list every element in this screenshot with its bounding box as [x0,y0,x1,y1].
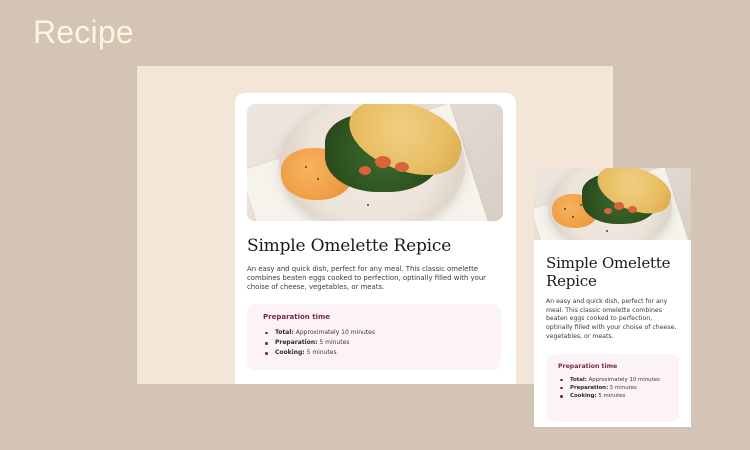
preparation-time-box: Preparation time Total: Approximately 10… [247,303,501,370]
item-label: Cooking: [275,349,305,357]
item-label: Total: [570,376,587,383]
pepper-dot [580,204,582,206]
item-value: 5 minutes [306,349,337,357]
recipe-image [247,104,503,221]
pepper-dot [305,166,307,168]
list-item: Cooking: 5 minutes [263,348,485,358]
list-item: Preparation: 5 minutes [263,338,485,348]
showcase-page: Recipe Simple Omelette Repice An easy an… [0,0,750,450]
salmon-piece [604,208,612,214]
item-label: Preparation: [275,339,318,347]
list-item: Preparation: 5 minutes [558,384,667,392]
preparation-time-box: Preparation time Total: Approximately 10… [546,353,679,422]
item-label: Total: [275,328,294,336]
item-value: Approximately 10 minutes [295,328,375,336]
item-value: 5 minutes [598,393,626,400]
salmon-piece [395,162,409,172]
recipe-title: Simple Omelette Repice [247,236,452,256]
recipe-card-mobile: Simple Omelette Repice An easy and quick… [534,168,691,427]
pepper-dot [331,162,333,164]
pepper-dot [367,204,369,206]
pepper-dot [572,216,574,218]
item-label: Preparation: [570,384,609,391]
preparation-title: Preparation time [558,362,618,370]
preparation-title: Preparation time [263,312,331,321]
list-item: Total: Approximately 10 minutes [263,328,485,338]
item-value: 5 minutes [609,384,637,391]
salmon-piece [359,166,371,175]
preparation-list: Total: Approximately 10 minutes Preparat… [263,328,485,359]
list-item: Cooking: 5 minutes [558,392,667,400]
item-label: Cooking: [570,393,597,400]
recipe-description: An easy and quick dish, perfect for any … [247,265,487,292]
salmon-piece [614,202,624,210]
recipe-title: Simple Omelette Repice [546,254,671,290]
pepper-dot [317,178,319,180]
salmon-piece [628,206,637,213]
salmon-piece [375,156,391,168]
preparation-list: Total: Approximately 10 minutes Preparat… [558,376,667,401]
page-title: Recipe [33,14,134,50]
recipe-card-desktop: Simple Omelette Repice An easy and quick… [235,93,516,384]
recipe-image [534,168,691,240]
pepper-dot [564,208,566,210]
item-value: 5 minutes [319,339,350,347]
list-item: Total: Approximately 10 minutes [558,376,667,384]
item-value: Approximately 10 minutes [588,376,660,383]
pepper-dot [606,230,608,232]
recipe-description: An easy and quick dish, perfect for any … [546,298,677,340]
